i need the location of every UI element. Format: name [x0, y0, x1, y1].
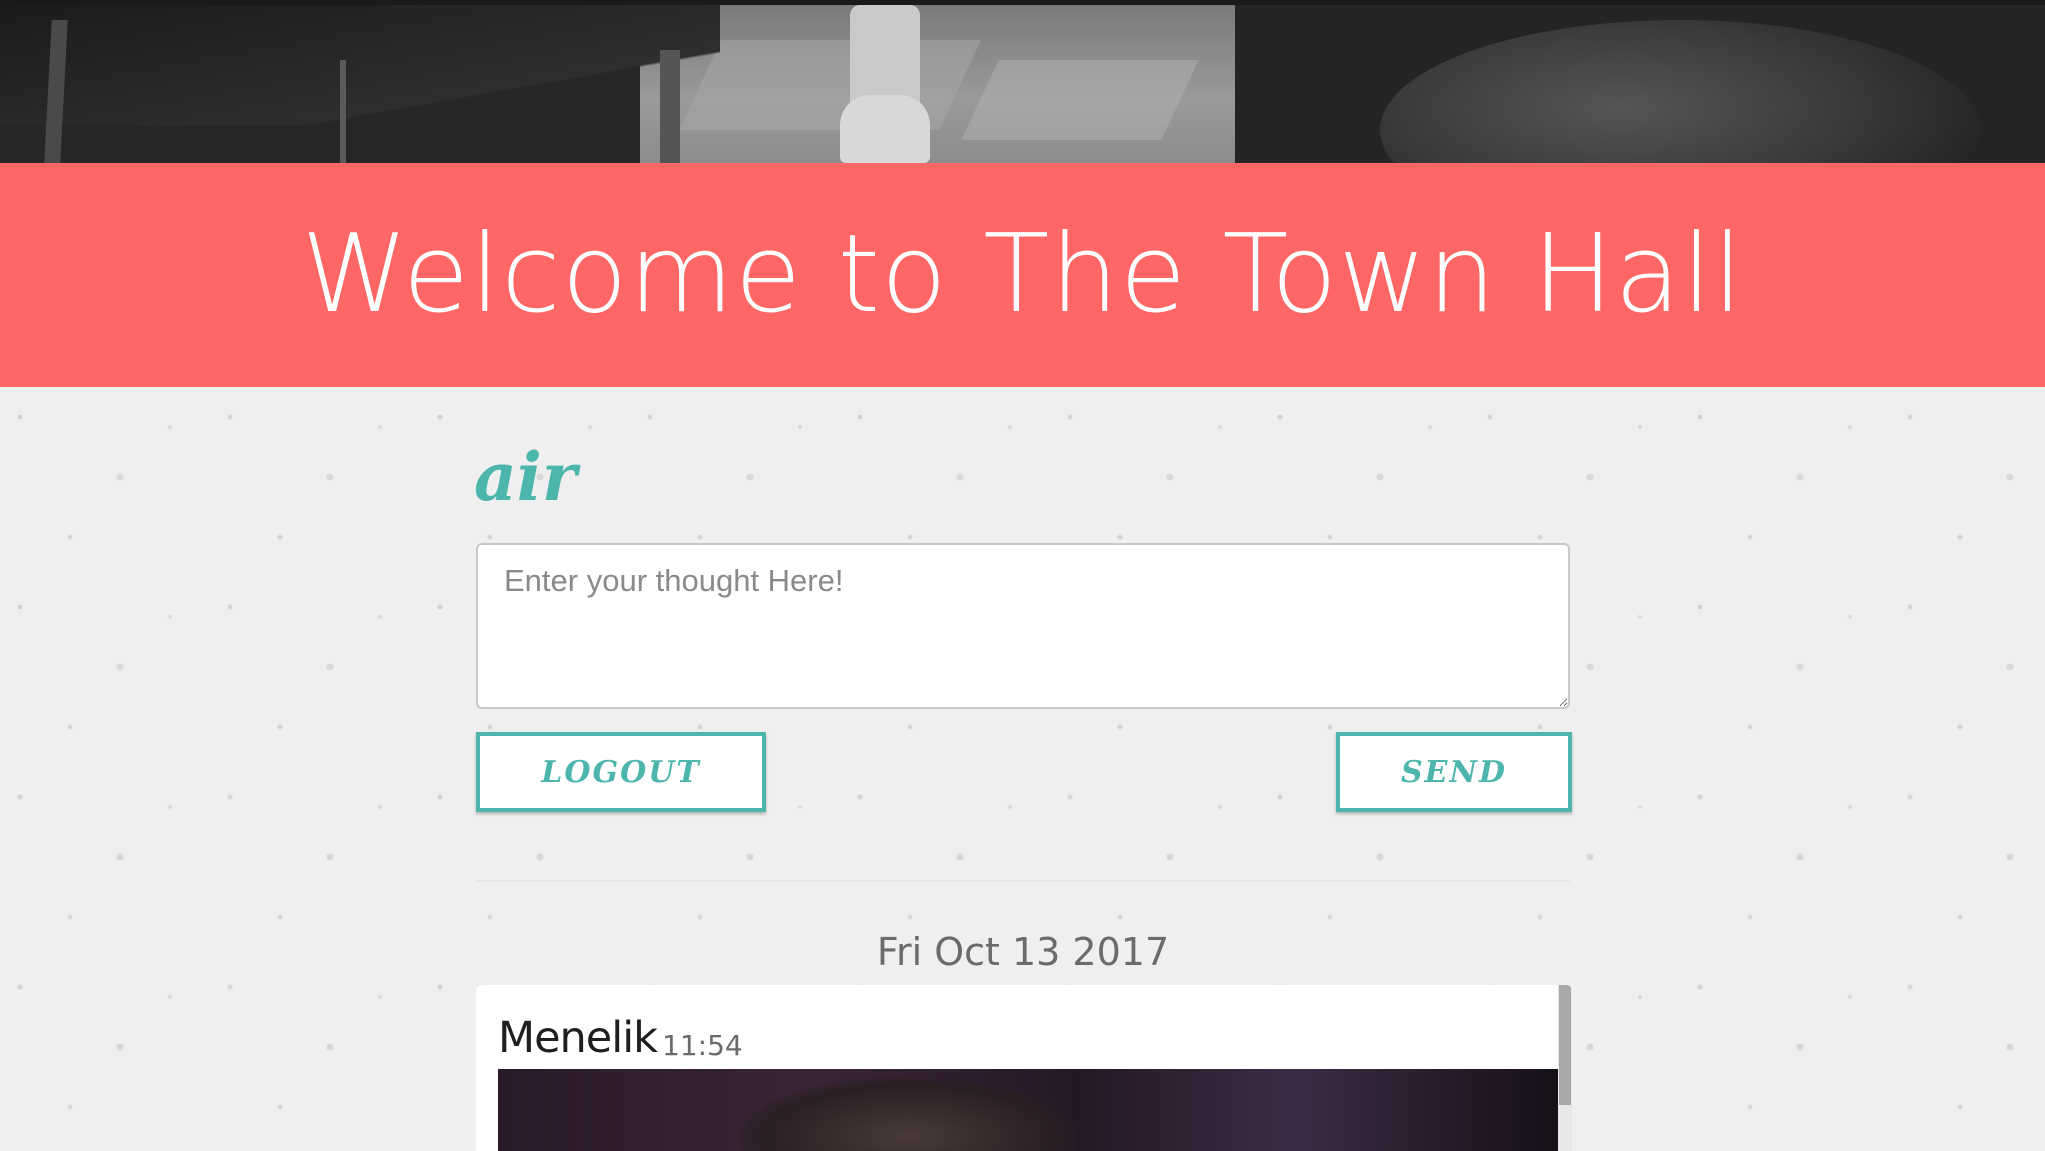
feed-scrollbar[interactable] [1558, 985, 1572, 1151]
hero-chair [0, 5, 720, 125]
hero-chair-leg [340, 60, 346, 163]
hero-chair-leg [660, 50, 680, 163]
hero-photo [0, 0, 2045, 163]
message-feed[interactable]: Menelik 11:54 [476, 985, 1572, 1151]
logout-button[interactable]: LOGOUT [476, 732, 766, 812]
message-author: Menelik [498, 1013, 658, 1063]
hero-floor-tile [961, 60, 1199, 140]
hero-floor-tile [679, 40, 981, 130]
message-timestamp: 11:54 [662, 1029, 743, 1062]
message-image [498, 1069, 1558, 1151]
welcome-banner: Welcome to The Town Hall [0, 163, 2045, 387]
send-button[interactable]: SEND [1336, 732, 1572, 812]
message-image-subject [738, 1077, 1078, 1151]
current-username: air [474, 438, 577, 516]
page-title: Welcome to The Town Hall [301, 212, 1744, 337]
feed-scrollbar-thumb[interactable] [1559, 985, 1571, 1105]
thought-input[interactable] [476, 543, 1570, 709]
feed-date-heading: Fri Oct 13 2017 [876, 930, 1170, 974]
hero-shoe [840, 95, 930, 163]
section-divider [476, 880, 1570, 882]
